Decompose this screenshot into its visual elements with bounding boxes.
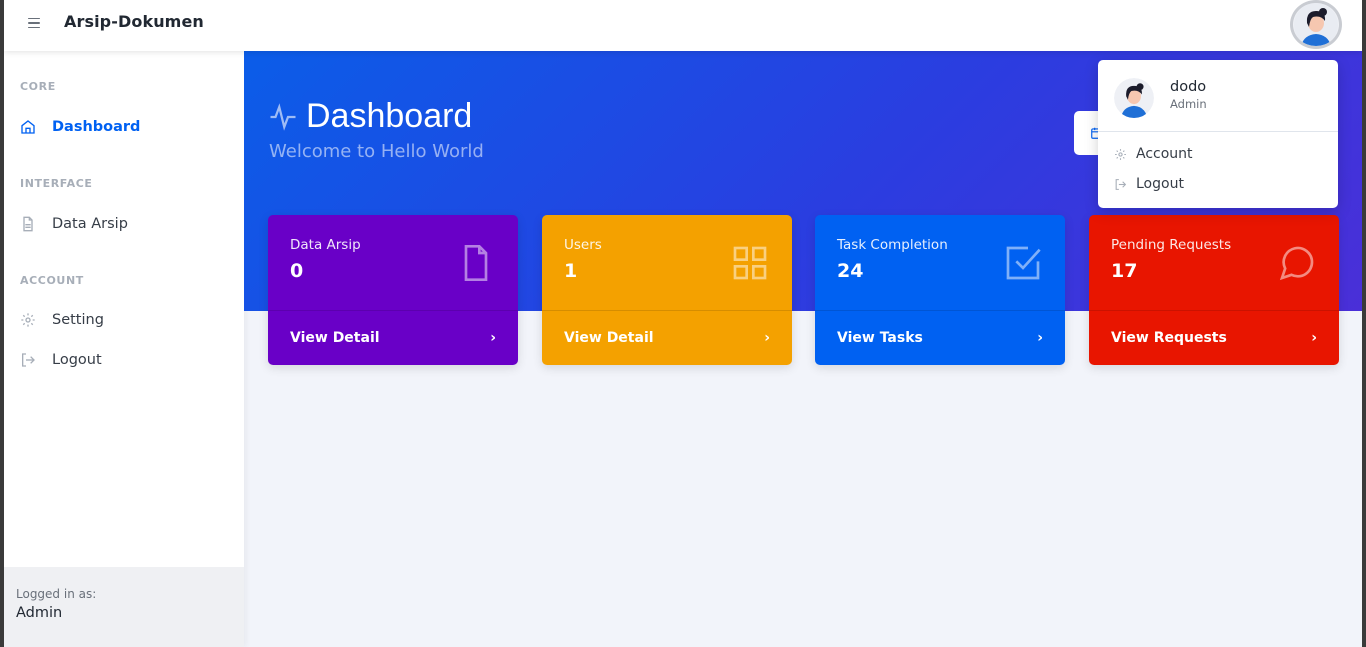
user-avatar-button[interactable] [1290, 0, 1342, 49]
card-link-label: View Detail [290, 330, 380, 346]
sidebar-heading-account: ACCOUNT [20, 274, 84, 287]
page-title: Dashboard [306, 97, 473, 135]
sidebar-item-label: Dashboard [52, 119, 141, 135]
dropdown-item-label: Account [1136, 146, 1193, 162]
logged-in-user: Admin [16, 605, 63, 621]
avatar-image [1294, 3, 1338, 46]
sidebar: CORE Dashboard INTERFACE Data Arsip ACCO… [4, 51, 244, 647]
user-dropdown-menu: dodo Admin Account Logout [1098, 60, 1338, 208]
gear-icon [1114, 147, 1128, 161]
card-data-arsip: Data Arsip 0 View Detail › [268, 215, 518, 365]
card-view-tasks-link[interactable]: View Tasks › [815, 310, 1065, 365]
card-task-completion: Task Completion 24 View Tasks › [815, 215, 1065, 365]
chevron-right-icon: › [1311, 330, 1317, 346]
sidebar-item-label: Setting [52, 312, 104, 328]
file-icon [456, 243, 496, 283]
check-square-icon [1003, 243, 1043, 283]
dropdown-user-name: dodo [1170, 79, 1207, 95]
logged-in-label: Logged in as: [16, 587, 97, 601]
app-frame: Arsip-Dokumen CORE Dashboard INTERFACE D… [4, 0, 1362, 647]
logout-icon [1114, 177, 1128, 191]
chevron-right-icon: › [1037, 330, 1043, 346]
sidebar-footer: Logged in as: Admin [4, 567, 244, 647]
sidebar-item-data-arsip[interactable]: Data Arsip [20, 211, 230, 237]
page-title-row: Dashboard [268, 97, 472, 136]
menu-toggle-icon[interactable] [24, 13, 44, 33]
dropdown-header: dodo Admin [1098, 60, 1338, 132]
sidebar-item-label: Data Arsip [52, 216, 128, 232]
dropdown-user-role: Admin [1170, 97, 1207, 111]
card-link-label: View Detail [564, 330, 654, 346]
card-link-label: View Requests [1111, 330, 1227, 346]
card-pending-requests: Pending Requests 17 View Requests › [1089, 215, 1339, 365]
dropdown-item-logout[interactable]: Logout [1114, 173, 1184, 195]
card-view-requests-link[interactable]: View Requests › [1089, 310, 1339, 365]
card-view-detail-link[interactable]: View Detail › [542, 310, 792, 365]
sidebar-item-label: Logout [52, 352, 102, 368]
card-link-label: View Tasks [837, 330, 923, 346]
sidebar-item-setting[interactable]: Setting [20, 307, 230, 333]
card-users: Users 1 View Detail › [542, 215, 792, 365]
logout-icon [20, 352, 36, 368]
message-circle-icon [1277, 243, 1317, 283]
dropdown-item-account[interactable]: Account [1114, 143, 1193, 165]
gear-icon [20, 312, 36, 328]
sidebar-heading-interface: INTERFACE [20, 177, 93, 190]
sidebar-item-dashboard[interactable]: Dashboard [20, 114, 230, 140]
brand-name[interactable]: Arsip-Dokumen [64, 12, 204, 31]
chevron-right-icon: › [490, 330, 496, 346]
chevron-right-icon: › [764, 330, 770, 346]
grid-icon [730, 243, 770, 283]
card-view-detail-link[interactable]: View Detail › [268, 310, 518, 365]
sidebar-heading-core: CORE [20, 80, 56, 93]
avatar [1114, 78, 1154, 118]
dropdown-item-label: Logout [1136, 176, 1184, 192]
sidebar-item-logout[interactable]: Logout [20, 347, 230, 373]
page-subtitle: Welcome to Hello World [269, 141, 484, 162]
home-icon [20, 119, 36, 135]
file-icon [20, 216, 36, 232]
top-navbar: Arsip-Dokumen [4, 0, 1362, 51]
activity-icon [268, 102, 298, 132]
